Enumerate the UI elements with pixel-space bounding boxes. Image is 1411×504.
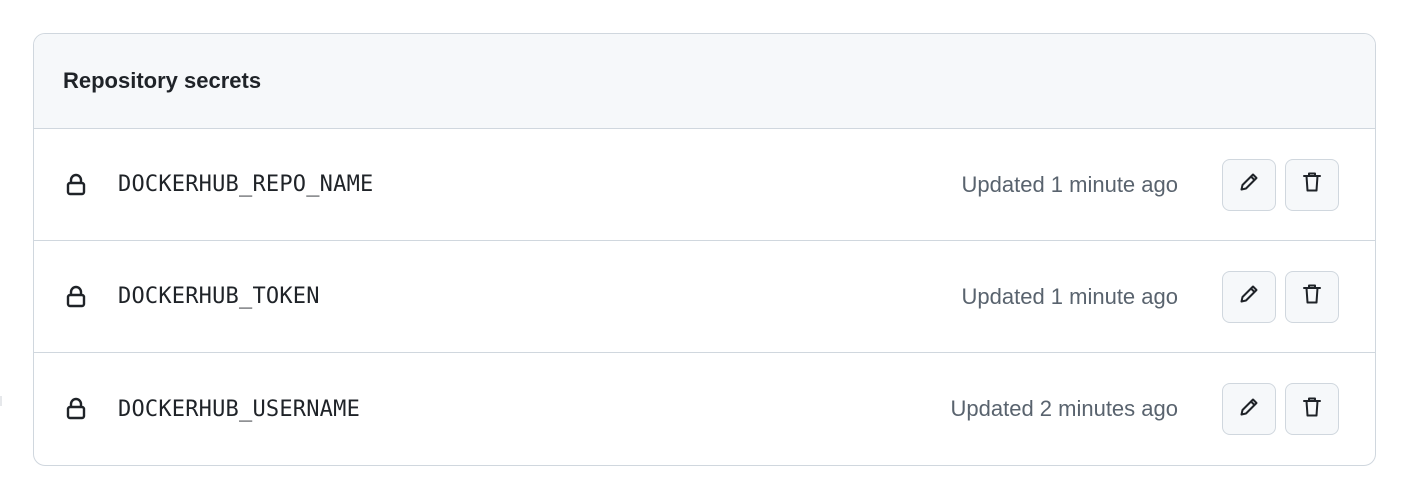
secret-name: DOCKERHUB_REPO_NAME <box>118 172 374 197</box>
trash-icon <box>1301 170 1323 199</box>
pencil-icon <box>1238 396 1260 423</box>
lock-icon <box>64 397 88 421</box>
pencil-icon <box>1238 283 1260 310</box>
delete-secret-button[interactable] <box>1285 383 1339 435</box>
lock-icon <box>64 173 88 197</box>
secret-updated-time: Updated 2 minutes ago <box>950 396 1179 421</box>
secret-name: DOCKERHUB_TOKEN <box>118 284 320 309</box>
trash-icon <box>1301 395 1323 424</box>
edge-artifact <box>0 396 2 406</box>
edit-secret-button[interactable] <box>1222 383 1276 435</box>
delete-secret-button[interactable] <box>1285 158 1339 211</box>
panel-title: Repository secrets <box>63 68 262 93</box>
trash-icon <box>1301 282 1323 311</box>
pencil-icon <box>1238 171 1260 198</box>
panel-header: Repository secrets <box>34 34 1375 129</box>
secret-updated-time: Updated 1 minute ago <box>961 283 1179 309</box>
secret-name: DOCKERHUB_USERNAME <box>118 396 361 422</box>
edit-secret-button[interactable] <box>1222 270 1276 323</box>
secret-row: DOCKERHUB_USERNAME Updated 2 minutes ago <box>34 353 1375 465</box>
edit-secret-button[interactable] <box>1222 158 1276 211</box>
delete-secret-button[interactable] <box>1285 270 1339 323</box>
secret-updated-time: Updated 1 minute ago <box>961 171 1179 197</box>
secret-row: DOCKERHUB_REPO_NAME Updated 1 minute ago <box>34 129 1375 241</box>
repository-secrets-panel: Repository secrets DOCKERHUB_REPO_NAME U… <box>33 33 1376 466</box>
lock-icon <box>64 285 88 309</box>
secret-row: DOCKERHUB_TOKEN Updated 1 minute ago <box>34 241 1375 353</box>
